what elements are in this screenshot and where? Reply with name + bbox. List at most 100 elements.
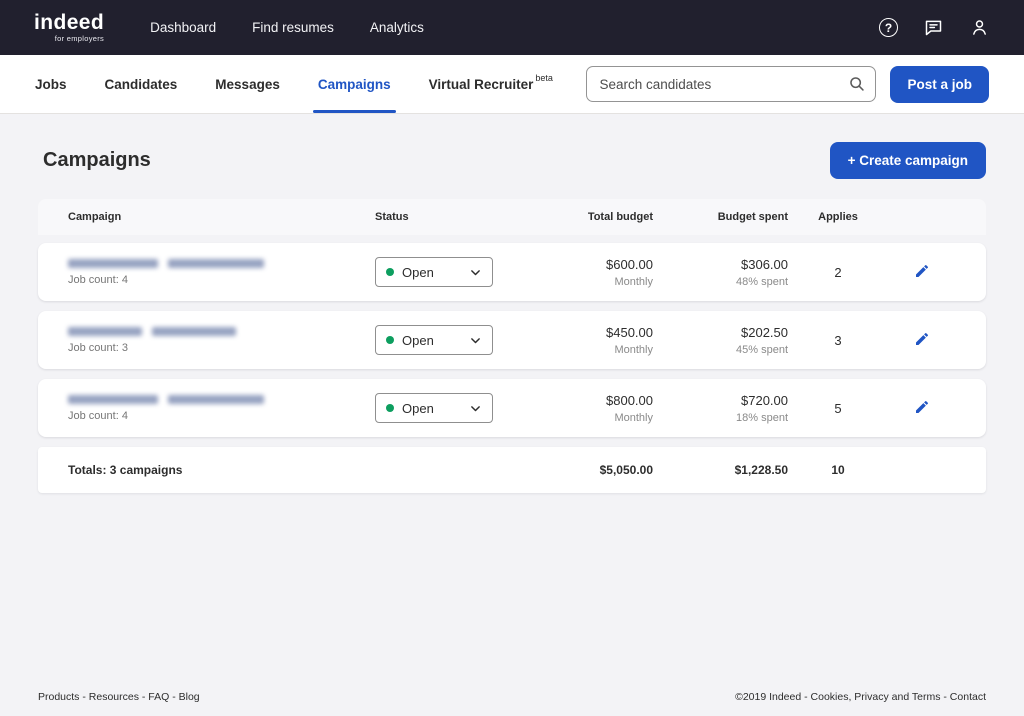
- tab-virtual-recruiter[interactable]: Virtual Recruiter beta: [410, 55, 572, 113]
- table-row: Job count: 3 Open $450.00 Monthly $202.5…: [38, 311, 986, 369]
- chevron-down-icon: [469, 402, 482, 415]
- edit-campaign-button[interactable]: [910, 259, 934, 286]
- tab-jobs[interactable]: Jobs: [35, 55, 86, 113]
- main-content: Campaigns + Create campaign Campaign Sta…: [0, 114, 1024, 716]
- footer-links-left[interactable]: Products - Resources - FAQ - Blog: [38, 691, 200, 703]
- search-box: [586, 66, 876, 102]
- campaign-name-redacted: [68, 259, 375, 268]
- edit-campaign-button[interactable]: [910, 395, 934, 422]
- spent-percent: 18% spent: [653, 412, 788, 424]
- status-value: Open: [402, 401, 434, 416]
- status-dropdown[interactable]: Open: [375, 393, 493, 423]
- status-cell: Open: [375, 257, 535, 287]
- budget-spent-value: $720.00: [653, 393, 788, 408]
- campaign-name-redacted: [68, 327, 375, 336]
- footer-links-right[interactable]: ©2019 Indeed - Cookies, Privacy and Term…: [735, 691, 986, 703]
- edit-cell: [888, 327, 956, 354]
- campaign-name-redacted: [68, 395, 375, 404]
- applies-cell: 3: [788, 333, 888, 348]
- top-bar: indeed for employers Dashboard Find resu…: [0, 0, 1024, 55]
- post-a-job-button[interactable]: Post a job: [890, 66, 989, 103]
- top-nav: Dashboard Find resumes Analytics: [150, 20, 424, 35]
- tab-campaigns[interactable]: Campaigns: [299, 55, 410, 113]
- page-title: Campaigns: [43, 149, 151, 172]
- redacted-block: [68, 395, 158, 404]
- status-dropdown[interactable]: Open: [375, 325, 493, 355]
- chevron-down-icon: [469, 334, 482, 347]
- account-icon[interactable]: [969, 17, 990, 38]
- search-input[interactable]: [586, 66, 876, 102]
- budget-period: Monthly: [535, 344, 653, 356]
- sub-nav: Jobs Candidates Messages Campaigns Virtu…: [0, 55, 1024, 114]
- totals-label: Totals: 3 campaigns: [68, 463, 375, 477]
- totals-budget-spent: $1,228.50: [653, 463, 788, 477]
- indeed-logo[interactable]: indeed for employers: [34, 12, 104, 43]
- messages-icon[interactable]: [923, 17, 944, 38]
- tab-candidates[interactable]: Candidates: [86, 55, 197, 113]
- topnav-find-resumes[interactable]: Find resumes: [252, 20, 334, 35]
- status-cell: Open: [375, 393, 535, 423]
- col-header-total-budget: Total budget: [535, 211, 653, 223]
- status-dropdown[interactable]: Open: [375, 257, 493, 287]
- budget-spent-value: $202.50: [653, 325, 788, 340]
- spent-percent: 48% spent: [653, 276, 788, 288]
- redacted-block: [168, 395, 264, 404]
- chevron-down-icon: [469, 266, 482, 279]
- logo-brand-text: indeed: [34, 12, 104, 33]
- totals-applies: 10: [788, 463, 888, 477]
- beta-badge: beta: [535, 73, 553, 83]
- total-budget-cell: $450.00 Monthly: [535, 325, 653, 356]
- col-header-applies: Applies: [788, 211, 888, 223]
- applies-cell: 2: [788, 265, 888, 280]
- topnav-dashboard[interactable]: Dashboard: [150, 20, 216, 35]
- totals-row: Totals: 3 campaigns $5,050.00 $1,228.50 …: [38, 447, 986, 493]
- pencil-icon: [914, 331, 930, 347]
- campaign-name-link[interactable]: Job count: 4: [68, 395, 375, 422]
- create-campaign-button[interactable]: + Create campaign: [830, 142, 986, 179]
- tab-messages[interactable]: Messages: [196, 55, 299, 113]
- total-budget-value: $600.00: [535, 257, 653, 272]
- budget-period: Monthly: [535, 276, 653, 288]
- redacted-block: [68, 327, 142, 336]
- edit-campaign-button[interactable]: [910, 327, 934, 354]
- col-header-budget-spent: Budget spent: [653, 211, 788, 223]
- redacted-block: [68, 259, 158, 268]
- status-dot-icon: [386, 268, 394, 276]
- spent-percent: 45% spent: [653, 344, 788, 356]
- total-budget-cell: $600.00 Monthly: [535, 257, 653, 288]
- table-row: Job count: 4 Open $600.00 Monthly $306.0…: [38, 243, 986, 301]
- edit-cell: [888, 395, 956, 422]
- total-budget-value: $450.00: [535, 325, 653, 340]
- job-count: Job count: 3: [68, 342, 375, 354]
- footer: Products - Resources - FAQ - Blog ©2019 …: [38, 691, 986, 716]
- pencil-icon: [914, 263, 930, 279]
- campaign-name-link[interactable]: Job count: 3: [68, 327, 375, 354]
- table-header: Campaign Status Total budget Budget spen…: [38, 199, 986, 235]
- pencil-icon: [914, 399, 930, 415]
- redacted-block: [152, 327, 236, 336]
- budget-spent-value: $306.00: [653, 257, 788, 272]
- status-dot-icon: [386, 404, 394, 412]
- total-budget-cell: $800.00 Monthly: [535, 393, 653, 424]
- budget-spent-cell: $306.00 48% spent: [653, 257, 788, 288]
- status-value: Open: [402, 333, 434, 348]
- status-cell: Open: [375, 325, 535, 355]
- help-icon[interactable]: ?: [879, 18, 898, 37]
- status-value: Open: [402, 265, 434, 280]
- totals-total-budget: $5,050.00: [535, 463, 653, 477]
- total-budget-value: $800.00: [535, 393, 653, 408]
- col-header-status: Status: [375, 211, 535, 223]
- topnav-analytics[interactable]: Analytics: [370, 20, 424, 35]
- campaign-name-link[interactable]: Job count: 4: [68, 259, 375, 286]
- applies-cell: 5: [788, 401, 888, 416]
- budget-spent-cell: $720.00 18% spent: [653, 393, 788, 424]
- budget-period: Monthly: [535, 412, 653, 424]
- col-header-campaign: Campaign: [68, 211, 375, 223]
- tabs: Jobs Candidates Messages Campaigns Virtu…: [35, 55, 572, 113]
- status-dot-icon: [386, 336, 394, 344]
- logo-sub-text: for employers: [55, 35, 104, 43]
- job-count: Job count: 4: [68, 410, 375, 422]
- help-glyph: ?: [879, 18, 898, 37]
- topbar-icons: ?: [879, 17, 990, 38]
- table-row: Job count: 4 Open $800.00 Monthly $720.0…: [38, 379, 986, 437]
